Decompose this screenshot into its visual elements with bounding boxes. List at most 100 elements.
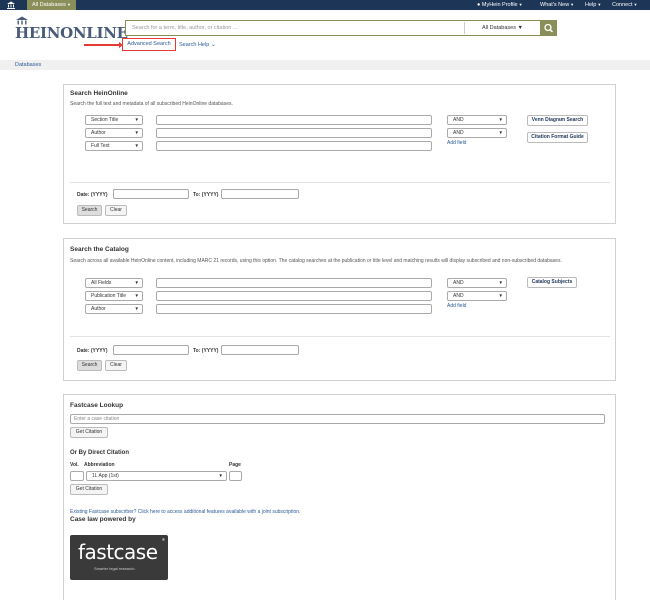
help-label: Help [585, 2, 597, 8]
search-term-input-2[interactable] [156, 291, 432, 301]
case-citation-input[interactable]: Enter a case citation [70, 414, 605, 424]
date-to-label: To: (YYYY) [193, 348, 219, 354]
operator-value: AND [453, 117, 464, 123]
connect-label: Connect [612, 2, 633, 8]
field-select-value: Author [91, 130, 106, 136]
panel-description: Search the full text and metadata of all… [70, 101, 233, 107]
search-help-link[interactable]: Search Help ⌄ [179, 41, 216, 48]
top-navigation-bar: All Databases▼ ● MyHein Profile▼ What's … [0, 0, 650, 10]
user-icon: ● [477, 2, 481, 8]
field-select-value: All Fields [91, 280, 112, 286]
whats-new-label: What's New [540, 2, 570, 8]
field-select-3[interactable]: Author ▼ [85, 304, 143, 314]
clear-button[interactable]: Clear [105, 205, 127, 216]
panel-title: Search HeinOnline [70, 90, 128, 97]
connect-menu[interactable]: Connect▼ [612, 0, 637, 10]
search-term-input-1[interactable] [156, 278, 432, 288]
chevron-down-icon: ▼ [134, 143, 139, 148]
date-to-input[interactable] [221, 345, 299, 355]
search-button[interactable]: Search [77, 360, 102, 371]
date-from-input[interactable] [113, 189, 189, 199]
operator-value: AND [453, 280, 464, 286]
breadcrumb-databases[interactable]: Databases [15, 62, 41, 68]
registered-icon: ® [162, 537, 165, 542]
chevron-down-icon: ▼ [498, 280, 503, 285]
field-select-1[interactable]: All Fields ▼ [85, 278, 143, 288]
operator-select-1[interactable]: AND ▼ [447, 115, 507, 125]
search-term-input-2[interactable] [156, 128, 432, 138]
home-icon[interactable] [6, 1, 16, 9]
advanced-search-link[interactable]: Advanced Search [122, 38, 176, 51]
myhein-profile-menu[interactable]: ● MyHein Profile▼ [477, 0, 523, 10]
operator-select-1[interactable]: AND ▼ [447, 278, 507, 288]
field-select-value: Full Text [91, 143, 110, 149]
panel-description: Search across all available HeinOnline c… [70, 258, 562, 264]
fastcase-logo-word: fastcase [78, 540, 158, 564]
search-term-input-1[interactable] [156, 115, 432, 125]
search-help-label: Search Help [179, 42, 210, 48]
chevron-down-icon: ▼ [218, 473, 223, 478]
all-databases-menu[interactable]: All Databases▼ [27, 0, 76, 10]
field-select-value: Section Title [91, 117, 119, 123]
page-input[interactable] [229, 471, 242, 481]
add-field-link[interactable]: Add field [447, 140, 466, 146]
date-to-label: To: (YYYY) [193, 192, 219, 198]
field-select-value: Author [91, 306, 106, 312]
fastcase-subscriber-link[interactable]: Existing Fastcase subscriber? Click here… [70, 509, 300, 515]
search-button[interactable]: Search [77, 205, 102, 216]
field-select-3[interactable]: Full Text ▼ [85, 141, 143, 151]
chevron-down-icon: ▼ [498, 117, 503, 122]
field-select-2[interactable]: Publication Title ▼ [85, 291, 143, 301]
search-term-input-3[interactable] [156, 304, 432, 314]
chevron-down-icon: ▼ [498, 130, 503, 135]
search-heinonline-panel: Search HeinOnline Search the full text a… [63, 84, 616, 224]
abbreviation-select[interactable]: 1L App (1st) ▼ [86, 471, 227, 481]
panel-title: Fastcase Lookup [70, 402, 124, 409]
venn-diagram-search-button[interactable]: Venn Diagram Search [527, 115, 588, 126]
volume-input[interactable] [70, 471, 84, 481]
field-select-1[interactable]: Section Title ▼ [85, 115, 143, 125]
annotation-arrow [84, 42, 123, 47]
search-scope-select[interactable]: All Databases ▼ [464, 22, 540, 34]
heinonline-logo[interactable]: HEINONLINE [15, 14, 128, 42]
caret-down-icon: ▼ [597, 2, 602, 7]
whats-new-menu[interactable]: What's New▼ [540, 0, 574, 10]
get-citation-button-2[interactable]: Get Citation [70, 484, 108, 495]
operator-value: AND [453, 130, 464, 136]
help-menu[interactable]: Help▼ [585, 0, 601, 10]
search-icon [544, 23, 553, 33]
fastcase-logo[interactable]: fastcase Smarter legal research. ® [70, 535, 168, 580]
page-label: Page [229, 462, 241, 468]
date-from-input[interactable] [113, 345, 189, 355]
chevron-down-icon: ▼ [134, 293, 139, 298]
date-to-input[interactable] [221, 189, 299, 199]
fastcase-logo-tagline: Smarter legal research. [94, 566, 136, 571]
date-from-label: Date: (YYYY) [77, 192, 108, 198]
field-select-2[interactable]: Author ▼ [85, 128, 143, 138]
direct-citation-title: Or By Direct Citation [70, 450, 130, 456]
main-search-input[interactable]: Search for a term, title, author, or cit… [126, 21, 462, 35]
fastcase-panel: Fastcase Lookup Enter a case citation Ge… [63, 394, 616, 600]
vol-label: Vol. [70, 462, 79, 468]
abbreviation-label: Abbreviation [84, 462, 115, 468]
abbreviation-value: 1L App (1st) [92, 473, 119, 479]
divider [70, 182, 610, 183]
search-term-input-3[interactable] [156, 141, 432, 151]
get-citation-button[interactable]: Get Citation [70, 427, 108, 438]
citation-format-guide-button[interactable]: Citation Format Guide [527, 132, 588, 143]
operator-select-2[interactable]: AND ▼ [447, 128, 507, 138]
logo-text: HEINONLINE [15, 24, 128, 42]
caret-down-icon: ▼ [633, 2, 638, 7]
panel-title: Search the Catalog [70, 246, 129, 253]
add-field-link[interactable]: Add field [447, 303, 466, 309]
catalog-subjects-button[interactable]: Catalog Subjects [527, 277, 577, 288]
main-search-bar: Search for a term, title, author, or cit… [125, 20, 557, 36]
all-databases-label: All Databases [32, 2, 66, 8]
powered-by-label: Case law powered by [70, 516, 136, 523]
search-button[interactable] [540, 21, 557, 35]
operator-select-2[interactable]: AND ▼ [447, 291, 507, 301]
myhein-profile-label: MyHein Profile [481, 2, 518, 8]
caret-down-icon: ▼ [518, 2, 523, 7]
clear-button[interactable]: Clear [105, 360, 127, 371]
breadcrumb-bar [0, 60, 650, 70]
